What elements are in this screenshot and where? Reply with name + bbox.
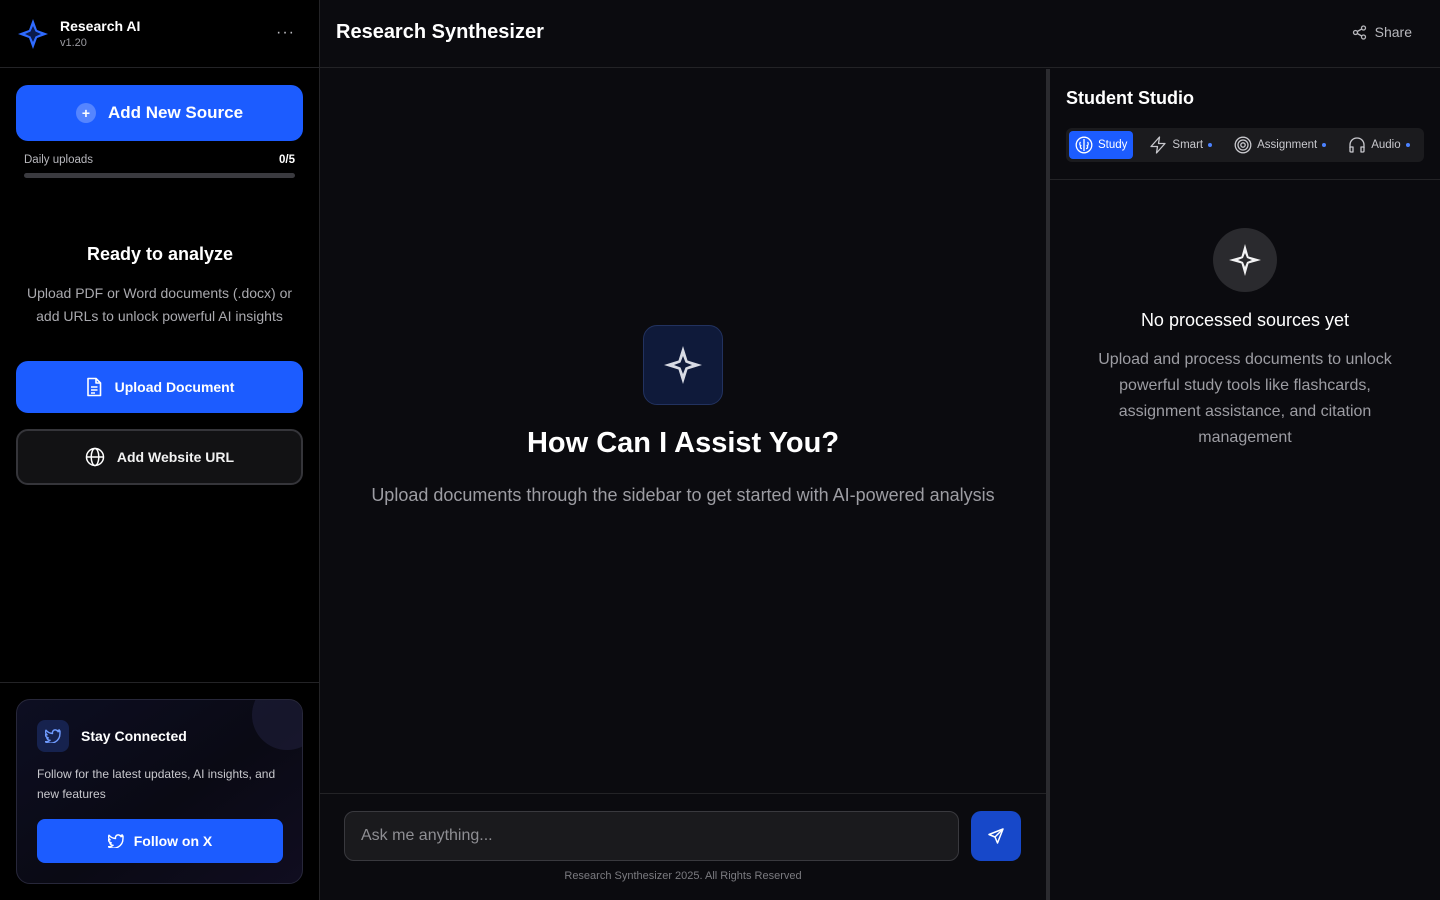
tab-smart-label: Smart	[1172, 139, 1204, 151]
share-label: Share	[1374, 24, 1412, 40]
tab-assignment-indicator	[1322, 143, 1327, 147]
hero-title: How Can I Assist You?	[526, 427, 840, 459]
chat-input-area: Research Synthesizer 2025. All Rights Re…	[320, 793, 1046, 900]
decorative-glow	[252, 700, 302, 750]
add-website-url-button[interactable]: Add Website URL	[16, 429, 303, 485]
daily-uploads-label: Daily uploads	[24, 154, 94, 166]
page-title: Research Synthesizer	[336, 21, 544, 43]
lightning-icon	[1150, 136, 1167, 154]
twitter-bird-icon	[107, 834, 124, 848]
brand-name: Research AI	[60, 17, 141, 34]
brand-version: v1.20	[60, 36, 87, 49]
stay-connected-card: Stay Connected Follow for the latest upd…	[16, 699, 303, 884]
daily-uploads-count: 0/5	[279, 154, 295, 166]
globe-icon	[85, 447, 105, 467]
send-button[interactable]	[971, 811, 1021, 861]
studio-divider	[1050, 179, 1440, 180]
brand-header: Research AI v1.20 ···	[0, 0, 319, 68]
student-studio-panel: Student Studio Study Smart Assignment Au…	[1050, 69, 1440, 900]
top-header: Research Synthesizer Share	[320, 0, 1440, 68]
twitter-bird-icon	[37, 720, 69, 752]
add-new-source-button[interactable]: + Add New Source	[16, 85, 303, 141]
daily-uploads-progress-bar	[24, 173, 295, 178]
add-new-source-label: Add New Source	[107, 103, 244, 122]
tab-smart[interactable]: Smart	[1143, 131, 1218, 159]
hero-description: Upload documents through the sidebar to …	[371, 485, 995, 505]
more-options-icon[interactable]: ···	[276, 24, 295, 42]
chat-main: How Can I Assist You? Upload documents t…	[320, 69, 1046, 900]
daily-uploads: Daily uploads 0/5	[24, 154, 295, 178]
follow-on-x-label: Follow on X	[133, 833, 213, 849]
headphones-icon	[1349, 137, 1365, 153]
add-website-url-label: Add Website URL	[116, 449, 235, 465]
tab-audio[interactable]: Audio	[1342, 131, 1415, 159]
send-icon	[988, 828, 1004, 844]
share-button[interactable]: Share	[1352, 24, 1412, 40]
follow-on-x-button[interactable]: Follow on X	[37, 819, 283, 863]
ready-description: Upload PDF or Word documents (.docx) or …	[26, 285, 293, 324]
stay-connected-title: Stay Connected	[81, 728, 187, 744]
tab-study[interactable]: Study	[1069, 131, 1134, 159]
share-icon	[1352, 24, 1366, 40]
upload-document-label: Upload Document	[114, 379, 235, 395]
studio-tabs: Study Smart Assignment Audio	[1066, 128, 1424, 162]
ready-title: Ready to analyze	[86, 244, 234, 264]
stay-connected-description: Follow for the latest updates, AI insigh…	[37, 767, 276, 801]
plus-icon: +	[75, 103, 96, 123]
chat-input[interactable]	[344, 811, 959, 861]
tab-assignment-label: Assignment	[1257, 139, 1318, 151]
sidebar-divider	[0, 682, 320, 683]
tab-audio-label: Audio	[1371, 139, 1401, 151]
brand-logo-icon	[18, 18, 48, 49]
sidebar: Research AI v1.20 ··· + Add New Source D…	[0, 0, 320, 900]
target-icon	[1234, 136, 1252, 154]
tab-study-label: Study	[1098, 139, 1128, 151]
empty-state-description: Upload and process documents to unlock p…	[1098, 351, 1392, 446]
tab-audio-indicator	[1405, 143, 1410, 147]
studio-title: Student Studio	[1066, 88, 1194, 108]
brain-icon	[1075, 136, 1093, 154]
sparkle-logo-icon	[643, 325, 723, 405]
tab-smart-indicator	[1208, 143, 1213, 147]
upload-document-button[interactable]: Upload Document	[16, 361, 303, 413]
document-icon	[86, 377, 101, 397]
tab-assignment[interactable]: Assignment	[1228, 131, 1332, 159]
empty-state-title: No processed sources yet	[1140, 310, 1350, 330]
footer-copyright: Research Synthesizer 2025. All Rights Re…	[564, 870, 802, 882]
sparkle-icon	[1213, 228, 1277, 292]
